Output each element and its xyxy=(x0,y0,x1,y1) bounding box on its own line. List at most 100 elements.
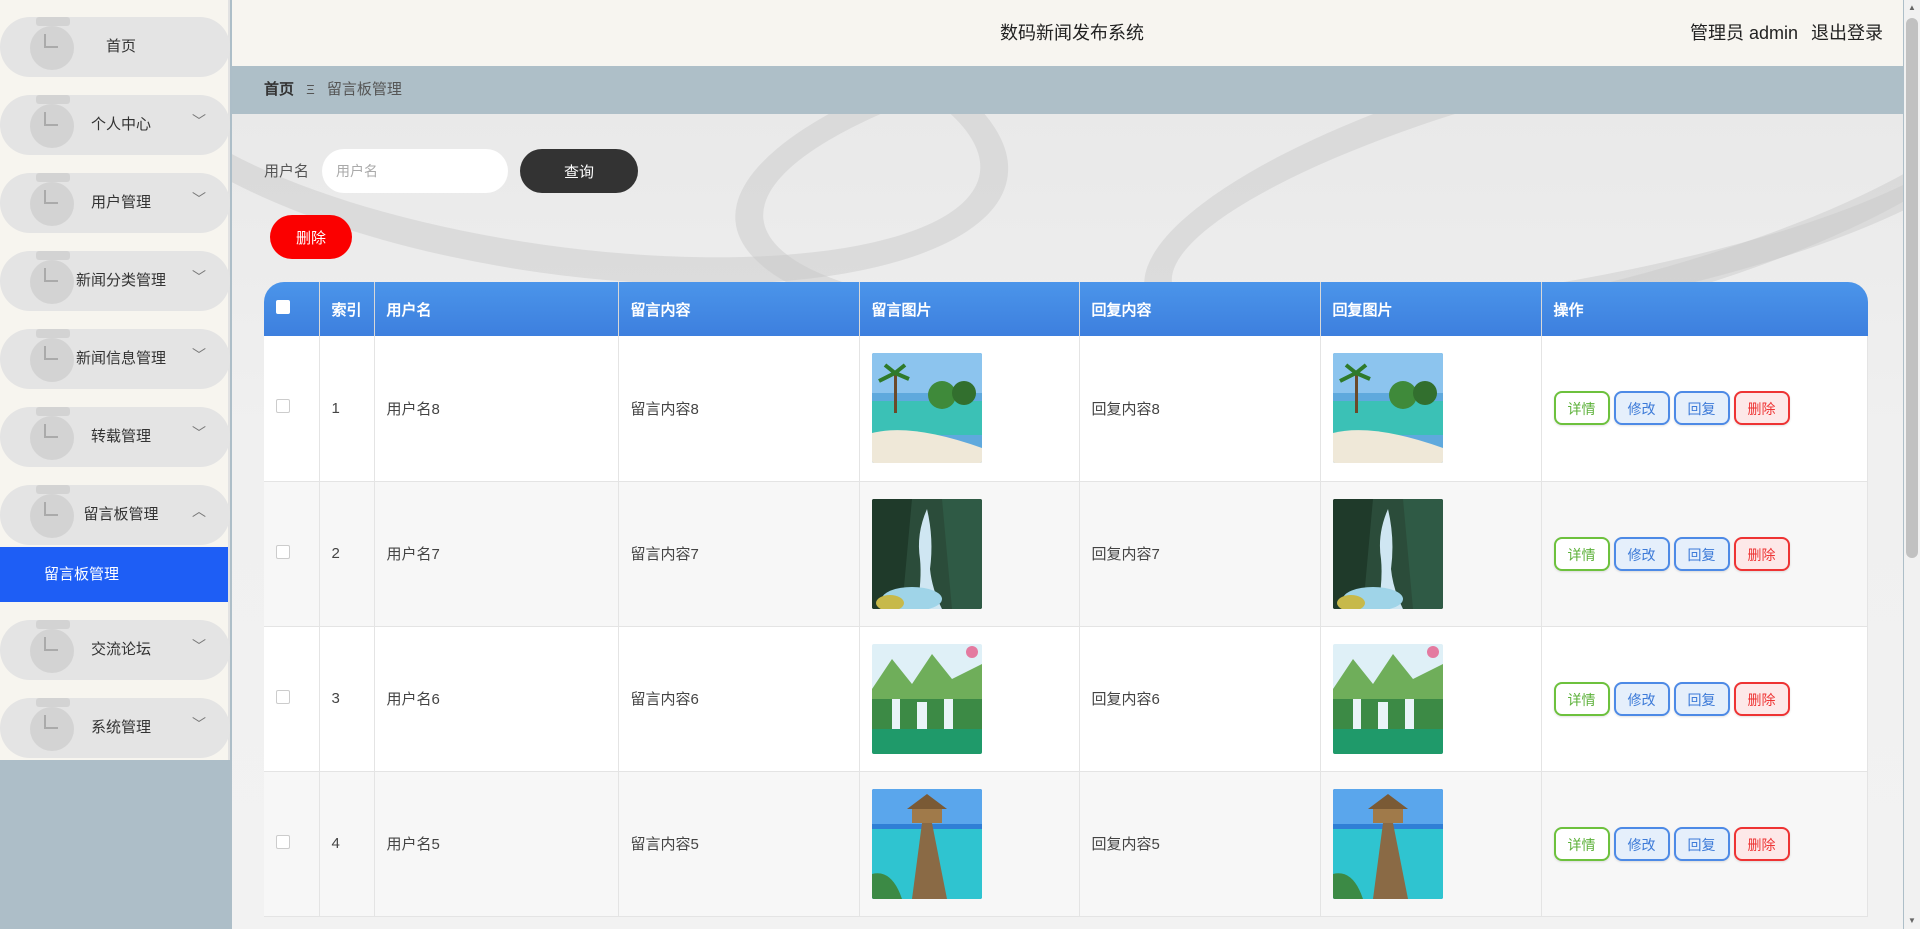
row-reply-image-cell xyxy=(1320,626,1542,772)
edit-button[interactable]: 修改 xyxy=(1613,391,1670,426)
scroll-thumb[interactable] xyxy=(1906,18,1918,558)
menu-tab-decoration xyxy=(36,485,70,494)
menu-tab-decoration xyxy=(36,329,70,338)
row-reply-image-cell xyxy=(1320,771,1542,917)
sidebar-item-forum[interactable]: 交流论坛 ﹀ xyxy=(0,620,230,680)
waterfall-image[interactable] xyxy=(871,498,982,609)
scroll-down-arrow[interactable]: ▼ xyxy=(1904,913,1920,929)
row-content: 留言内容8 xyxy=(618,336,860,482)
scroll-up-arrow[interactable]: ▲ xyxy=(1904,0,1920,16)
row-image-cell xyxy=(859,626,1080,772)
row-reply: 回复内容8 xyxy=(1079,336,1321,482)
sidebar-item-repost[interactable]: 转载管理 ﹀ xyxy=(0,407,230,467)
row-actions: 详情 修改 回复 删除 xyxy=(1541,771,1868,917)
clock-icon xyxy=(44,715,58,729)
col-content[interactable]: 留言内容 xyxy=(618,282,860,336)
menu-tab-decoration xyxy=(36,173,70,182)
breadcrumb-home[interactable]: 首页 xyxy=(264,81,294,98)
row-checkbox-cell xyxy=(264,336,320,482)
clock-icon xyxy=(44,268,58,282)
delete-button[interactable]: 删除 xyxy=(1733,826,1790,861)
sidebar-item-news-category[interactable]: 新闻分类管理 ﹀ xyxy=(0,251,230,311)
chevron-up-icon: ︿ xyxy=(192,503,206,519)
sidebar-item-label: 交流论坛 xyxy=(90,641,151,658)
col-username[interactable]: 用户名 xyxy=(374,282,619,336)
reply-button[interactable]: 回复 xyxy=(1673,681,1730,716)
clock-icon xyxy=(44,637,58,651)
username-search-input[interactable] xyxy=(322,149,508,193)
clock-icon xyxy=(44,346,58,360)
waterfall-image[interactable] xyxy=(1332,498,1443,609)
edit-button[interactable]: 修改 xyxy=(1613,826,1670,861)
row-checkbox[interactable] xyxy=(276,834,290,849)
main-content: 用户名 查询 删除 索引 用户名 留言内容 留言图片 回复内容 回复图片 操作 … xyxy=(232,114,1903,929)
search-label: 用户名 xyxy=(264,163,310,180)
detail-button[interactable]: 详情 xyxy=(1553,536,1610,571)
row-image-cell xyxy=(859,336,1080,482)
beach-image[interactable] xyxy=(871,353,982,464)
batch-delete-button[interactable]: 删除 xyxy=(270,215,352,259)
row-content: 留言内容6 xyxy=(618,626,860,772)
detail-button[interactable]: 详情 xyxy=(1553,391,1610,426)
col-reply[interactable]: 回复内容 xyxy=(1079,282,1321,336)
col-image[interactable]: 留言图片 xyxy=(859,282,1080,336)
detail-button[interactable]: 详情 xyxy=(1553,681,1610,716)
landscape-image[interactable] xyxy=(1332,643,1443,754)
overwater-hut-image[interactable] xyxy=(871,788,982,899)
reply-button[interactable]: 回复 xyxy=(1673,391,1730,426)
sidebar-subitem-message-board[interactable]: 留言板管理 xyxy=(0,547,228,602)
row-actions: 详情 修改 回复 删除 xyxy=(1541,481,1868,627)
query-button[interactable]: 查询 xyxy=(520,149,638,193)
edit-button[interactable]: 修改 xyxy=(1613,681,1670,716)
row-content: 留言内容7 xyxy=(618,481,860,627)
delete-button[interactable]: 删除 xyxy=(1733,391,1790,426)
admin-label: 管理员 admin xyxy=(1689,23,1798,43)
row-checkbox[interactable] xyxy=(276,544,290,559)
select-all-checkbox[interactable] xyxy=(276,300,290,314)
row-image-cell xyxy=(859,771,1080,917)
sidebar-item-message-board[interactable]: 留言板管理 ︿ xyxy=(0,485,230,545)
row-username: 用户名5 xyxy=(374,771,619,917)
top-header: 数码新闻发布系统 管理员 admin 退出登录 xyxy=(232,0,1903,66)
row-actions: 详情 修改 回复 删除 xyxy=(1541,336,1868,482)
menu-tab-decoration xyxy=(36,251,70,260)
clock-icon xyxy=(44,34,58,48)
app-title: 数码新闻发布系统 xyxy=(1000,23,1144,43)
sidebar-item-system[interactable]: 系统管理 ﹀ xyxy=(0,698,230,758)
sidebar-item-user-management[interactable]: 用户管理 ﹀ xyxy=(0,173,230,233)
overwater-hut-image[interactable] xyxy=(1332,788,1443,899)
beach-image[interactable] xyxy=(1332,353,1443,464)
sidebar-item-label: 个人中心 xyxy=(90,116,151,133)
edit-button[interactable]: 修改 xyxy=(1613,536,1670,571)
row-checkbox[interactable] xyxy=(276,689,290,704)
row-username: 用户名6 xyxy=(374,626,619,772)
row-actions: 详情 修改 回复 删除 xyxy=(1541,626,1868,772)
chevron-down-icon: ﹀ xyxy=(192,347,206,363)
row-image-cell xyxy=(859,481,1080,627)
sidebar-item-news-info[interactable]: 新闻信息管理 ﹀ xyxy=(0,329,230,389)
reply-button[interactable]: 回复 xyxy=(1673,826,1730,861)
sidebar-item-label: 首页 xyxy=(105,38,136,55)
detail-button[interactable]: 详情 xyxy=(1553,826,1610,861)
col-index[interactable]: 索引 xyxy=(319,282,375,336)
delete-button[interactable]: 删除 xyxy=(1733,681,1790,716)
sidebar-item-label: 留言板管理 xyxy=(83,506,159,523)
col-actions: 操作 xyxy=(1553,301,1584,319)
row-username: 用户名7 xyxy=(374,481,619,627)
page-scrollbar[interactable]: ▲ ▼ xyxy=(1904,0,1920,929)
row-checkbox[interactable] xyxy=(276,399,290,414)
chevron-down-icon: ﹀ xyxy=(192,425,206,441)
landscape-image[interactable] xyxy=(871,643,982,754)
sidebar-item-home[interactable]: 首页 xyxy=(0,17,230,77)
reply-button[interactable]: 回复 xyxy=(1673,536,1730,571)
sidebar-item-label: 用户管理 xyxy=(90,194,151,211)
row-reply-image-cell xyxy=(1320,336,1542,482)
sidebar-item-personal-center[interactable]: 个人中心 ﹀ xyxy=(0,95,230,155)
row-reply: 回复内容6 xyxy=(1079,626,1321,772)
row-username: 用户名8 xyxy=(374,336,619,482)
chevron-down-icon: ﹀ xyxy=(192,716,206,732)
delete-button[interactable]: 删除 xyxy=(1733,536,1790,571)
sidebar-item-label: 新闻分类管理 xyxy=(75,272,166,289)
logout-link[interactable]: 退出登录 xyxy=(1811,23,1883,43)
col-reply-image[interactable]: 回复图片 xyxy=(1320,282,1542,336)
